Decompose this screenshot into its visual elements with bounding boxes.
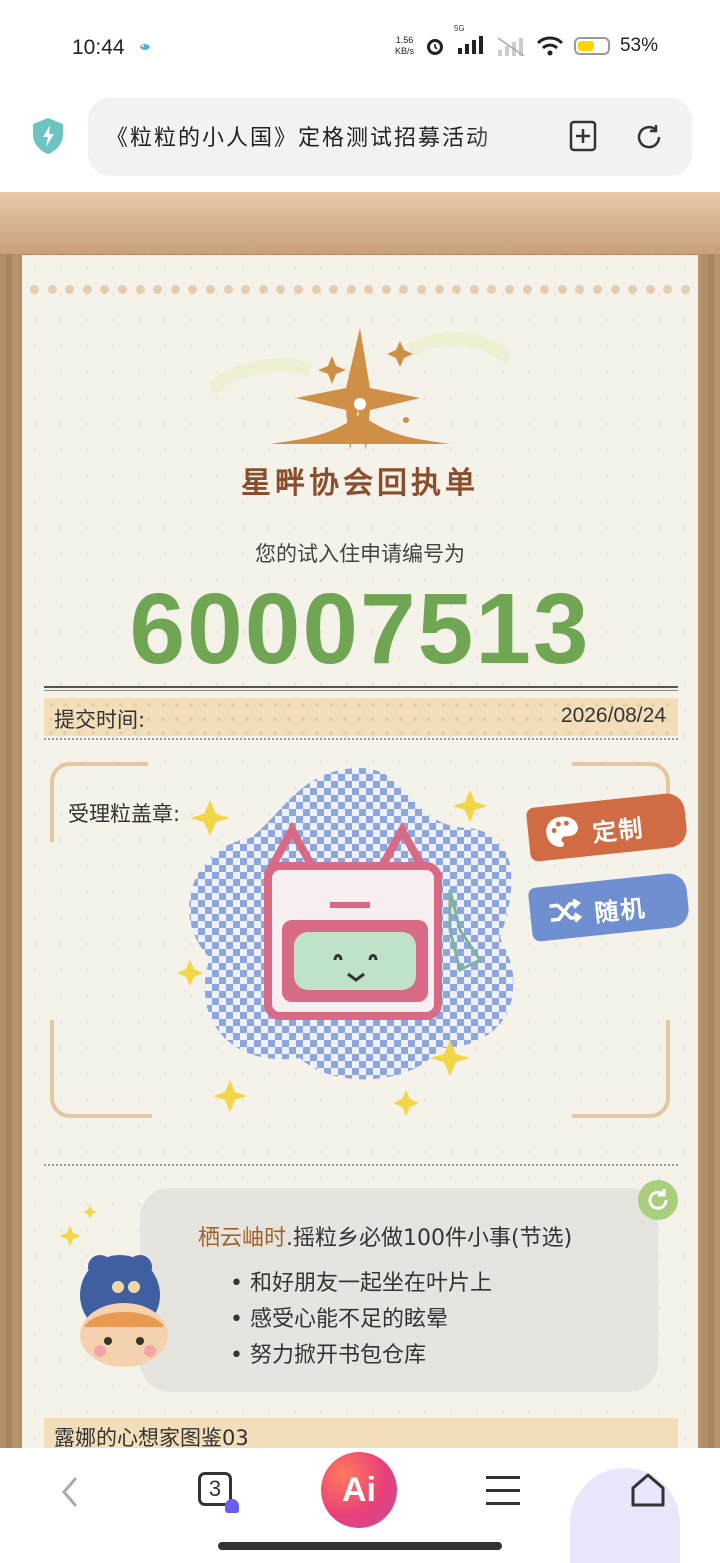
- palette-icon: [546, 816, 578, 847]
- net-speed: 1.56 KB/s: [394, 35, 414, 56]
- refresh-icon: [648, 1189, 668, 1210]
- submit-time-label: 提交时间:: [54, 708, 146, 732]
- home-indicator: [218, 1542, 502, 1550]
- application-id-number: 60007513: [129, 573, 591, 685]
- shuffle-icon: [549, 898, 583, 923]
- alarm-icon: [426, 39, 443, 55]
- todo-card-title: 栖云岫时.摇粒乡必做100件小事(节选): [198, 1226, 573, 1251]
- stamp-label: 受理粒盖章:: [68, 802, 181, 826]
- dotted-divider: [44, 738, 678, 740]
- home-icon[interactable]: [628, 1470, 668, 1510]
- mascot-illustration: [60, 1205, 168, 1367]
- tabs-button[interactable]: 3: [198, 1472, 239, 1513]
- address-bar[interactable]: 《粒粒的小人国》定格测试招募活动: [88, 98, 692, 176]
- bottom-navigation: 3 Ai: [0, 1448, 720, 1563]
- refresh-icon[interactable]: [634, 122, 664, 152]
- list-item: 感受心能不足的眩晕: [230, 1302, 492, 1338]
- bookmark-add-icon[interactable]: [568, 120, 598, 152]
- cat-stamp-icon: [177, 768, 514, 1116]
- shield-bolt-icon[interactable]: [30, 116, 66, 156]
- battery-icon: [573, 37, 610, 55]
- divider: [44, 686, 678, 688]
- signal-icon: [457, 36, 483, 54]
- status-right: 1.56 KB/s 5G 53%: [394, 24, 658, 58]
- list-item: 和好朋友一起坐在叶片上: [230, 1266, 492, 1302]
- refresh-list-button[interactable]: [638, 1180, 678, 1220]
- signal-empty-icon: [497, 37, 525, 56]
- application-id-label: 您的试入住申请编号为: [255, 542, 465, 566]
- status-bar: 10:44 1.56 KB/s 5G 53%: [0, 0, 720, 96]
- random-button-label: 随机: [593, 894, 648, 928]
- ai-assistant-button[interactable]: Ai: [321, 1452, 397, 1528]
- page-title[interactable]: 《粒粒的小人国》定格测试招募活动: [106, 120, 546, 152]
- app-notification-icon: [140, 44, 150, 50]
- battery-percent: 53%: [619, 35, 658, 56]
- list-item: 努力掀开书包仓库: [230, 1338, 492, 1374]
- submit-time-bar: 提交时间: 2026/08/24: [44, 698, 678, 736]
- dotted-divider: [44, 1164, 678, 1166]
- ghost-badge-icon: [225, 1499, 239, 1513]
- submit-time-value: 2026/08/24: [560, 704, 666, 727]
- menu-icon[interactable]: [486, 1476, 520, 1506]
- wifi-icon: [536, 36, 564, 56]
- browser-toolbar: 《粒粒的小人国》定格测试招募活动: [0, 96, 720, 192]
- perforation-dots: [30, 285, 690, 297]
- todo-card: 栖云岫时.摇粒乡必做100件小事(节选) 和好朋友一起坐在叶片上 感受心能不足的…: [140, 1188, 658, 1392]
- tab-count: 3: [208, 1476, 222, 1501]
- divider: [44, 690, 678, 691]
- custom-button-label: 定制: [591, 814, 646, 848]
- receipt-title: 星畔协会回执单: [241, 466, 479, 501]
- todo-list: 和好朋友一起坐在叶片上 感受心能不足的眩晕 努力掀开书包仓库: [230, 1266, 492, 1374]
- back-icon[interactable]: [60, 1474, 80, 1510]
- gallery-header: 露娜的心想家图鉴03: [44, 1418, 678, 1450]
- signal-5g: 5G: [454, 24, 486, 58]
- status-time: 10:44: [72, 36, 125, 59]
- wood-shelf: [0, 192, 720, 254]
- gallery-title: 露娜的心想家图鉴03: [54, 1426, 249, 1450]
